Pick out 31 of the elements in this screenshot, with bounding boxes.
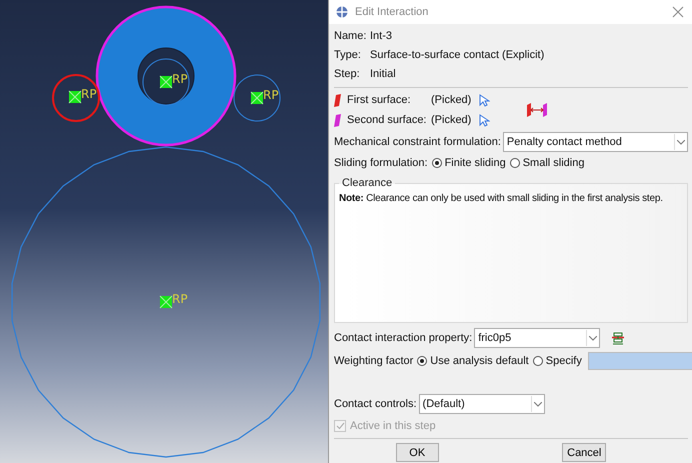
reference-point-label: RP <box>81 87 97 101</box>
field-label: Type: <box>334 48 362 60</box>
field-label: Mechanical constraint formulation: <box>334 136 501 148</box>
note-text: Note: Clearance can only be used with small sliding in the first analysis step. <box>339 193 664 204</box>
group-title: Clearance <box>341 177 394 189</box>
property-dropdown[interactable]: fric0p5 <box>474 328 600 348</box>
field-label: Contact interaction property: <box>334 332 472 344</box>
radio-label[interactable]: Use analysis default <box>430 355 529 367</box>
reference-point-label: RP <box>172 292 188 306</box>
surface-label: Second surface: <box>347 114 428 126</box>
radio-label[interactable]: Finite sliding <box>444 157 506 169</box>
field-value: Int-3 <box>370 30 392 42</box>
field-label: Step: <box>334 68 361 80</box>
field-label: Name: <box>334 30 368 42</box>
radio-label[interactable]: Small sliding <box>522 157 584 169</box>
radio-label[interactable]: Specify <box>546 355 582 367</box>
controls-dropdown[interactable]: (Default) <box>418 394 545 414</box>
surface-value: (Picked) <box>431 114 472 126</box>
field-label: Weighting factor <box>334 355 414 367</box>
reference-point-label: RP <box>172 72 188 86</box>
window-title: Edit Interaction <box>355 6 430 18</box>
field-label: Sliding formulation: <box>334 157 428 169</box>
formulation-dropdown[interactable]: Penalty contact method <box>502 132 688 152</box>
field-value: Initial <box>370 68 396 80</box>
reference-point-label: RP <box>263 88 279 102</box>
surface-label: First surface: <box>347 94 412 106</box>
field-value: Surface-to-surface contact (Explicit) <box>370 48 544 60</box>
dialog-button[interactable]: OK <box>396 443 439 462</box>
dialog-button[interactable]: Cancel <box>562 443 606 462</box>
field-label: Contact controls: <box>334 398 417 410</box>
surface-value: (Picked) <box>431 94 472 106</box>
